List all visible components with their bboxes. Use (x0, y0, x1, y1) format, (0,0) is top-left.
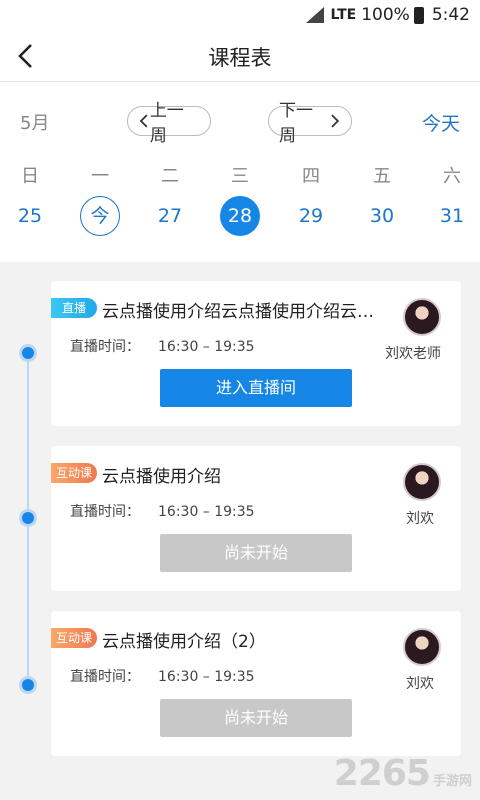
day-column: 二 27 (140, 162, 200, 236)
clock: 5:42 (431, 5, 470, 25)
not-started-button[interactable]: 尚未开始 (160, 699, 352, 737)
day-column: 一今 (70, 162, 130, 236)
watermark-number: 2265 (333, 753, 431, 794)
network-type: LTE (330, 7, 357, 23)
week-days: 日 25 一今 二 27 三 28 四 29 五 30 六 31 (0, 162, 480, 252)
next-week-button[interactable]: 下一周 (268, 101, 352, 146)
page-title: 课程表 (208, 46, 272, 70)
day-number-today[interactable]: 今 (80, 196, 120, 236)
course-tag: 互动课 (51, 463, 97, 483)
watermark-site: 手游网 (432, 774, 472, 789)
day-column: 日 25 (0, 162, 60, 236)
watermark-logo: 2265 手游网 (334, 753, 472, 794)
day-column: 六 31 (422, 162, 480, 236)
next-week-label: 下一周 (279, 101, 313, 146)
prev-week-button[interactable]: 上一周 (127, 101, 211, 146)
enter-live-button[interactable]: 进入直播间 (160, 369, 352, 407)
course-tag: 直播 (51, 298, 97, 318)
course-card[interactable]: 互动课 云点播使用介绍（2） 直播时间： 16:30 – 19:35 刘欢 尚未开… (51, 611, 461, 756)
time-value: 16:30 – 19:35 (158, 339, 255, 355)
prev-week-label: 上一周 (149, 101, 184, 146)
today-button[interactable]: 今天 (422, 109, 460, 136)
day-name: 日 (21, 166, 39, 187)
day-number[interactable]: 29 (291, 196, 331, 236)
app-header: 课程表 (0, 30, 480, 82)
day-name: 四 (302, 166, 320, 187)
day-name: 五 (373, 166, 391, 187)
teacher-name: 刘欢 (406, 676, 434, 692)
time-label: 直播时间： (70, 504, 140, 520)
course-title: 云点播使用介绍 (102, 467, 221, 487)
teacher-name: 刘欢老师 (385, 346, 441, 362)
teacher-name: 刘欢 (406, 511, 434, 527)
day-column: 三 28 (210, 162, 270, 236)
course-time: 直播时间： 16:30 – 19:35 (70, 666, 255, 686)
day-number[interactable]: 27 (150, 196, 190, 236)
avatar (403, 298, 441, 336)
timeline-dot (19, 344, 37, 362)
day-name: 三 (231, 166, 249, 187)
day-number[interactable]: 25 (10, 196, 50, 236)
course-card[interactable]: 互动课 云点播使用介绍 直播时间： 16:30 – 19:35 刘欢 尚未开始 (51, 446, 461, 591)
time-value: 16:30 – 19:35 (158, 504, 255, 520)
time-label: 直播时间： (70, 339, 140, 355)
avatar (403, 463, 441, 501)
timeline-dot (19, 676, 37, 694)
course-title: 云点播使用介绍（2） (102, 632, 266, 652)
month-label: 5月 (20, 113, 50, 134)
chevron-left-icon (139, 114, 148, 128)
day-column: 五 30 (352, 162, 412, 236)
timeline-dot (19, 509, 37, 527)
day-name: 二 (161, 166, 179, 187)
avatar (403, 628, 441, 666)
time-label: 直播时间： (70, 669, 140, 685)
course-card[interactable]: 直播 云点播使用介绍云点播使用介绍云… 直播时间： 16:30 – 19:35 刘… (51, 281, 461, 426)
day-column: 四 29 (281, 162, 341, 236)
day-number[interactable]: 31 (432, 196, 472, 236)
day-name: 六 (443, 166, 461, 187)
battery-icon (413, 6, 424, 24)
course-time: 直播时间： 16:30 – 19:35 (70, 336, 255, 356)
not-started-button[interactable]: 尚未开始 (160, 534, 352, 572)
day-number[interactable]: 30 (362, 196, 402, 236)
course-title: 云点播使用介绍云点播使用介绍云… (102, 302, 374, 322)
week-calendar: 5月 上一周 下一周 今天 日 25 一今 二 27 三 28 四 29 五 30 六 31 (0, 82, 480, 262)
chevron-right-icon (331, 114, 340, 128)
day-number-selected[interactable]: 28 (220, 196, 260, 236)
course-tag: 互动课 (51, 628, 97, 648)
time-value: 16:30 – 19:35 (158, 669, 255, 685)
battery-percent: 100% (361, 5, 410, 25)
status-bar: LTE 100% 5:42 (0, 0, 480, 30)
signal-icon (306, 7, 325, 23)
day-name: 一 (91, 166, 109, 187)
course-time: 直播时间： 16:30 – 19:35 (70, 501, 255, 521)
